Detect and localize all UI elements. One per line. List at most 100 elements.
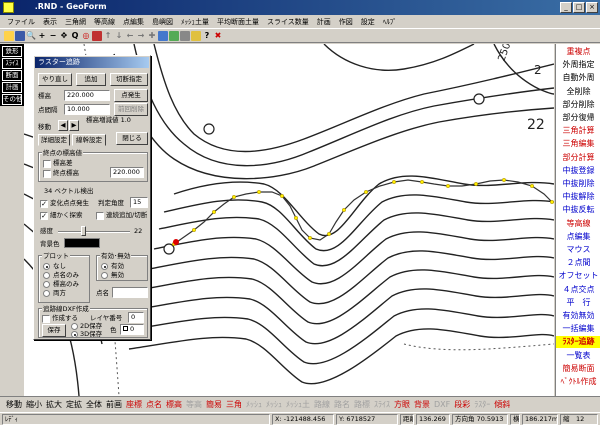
plus-icon[interactable]: + — [37, 31, 47, 41]
right-panel-btn[interactable]: マウス — [556, 244, 600, 256]
menu-help[interactable]: ﾍﾙﾌﾟ — [379, 17, 401, 27]
menu-file[interactable]: ファイル — [3, 17, 39, 27]
menu-plan[interactable]: 計画 — [313, 17, 335, 27]
bottom-toolbar-btn[interactable]: 路線 — [312, 399, 332, 410]
arrow-down-icon[interactable]: ↓ — [114, 31, 124, 41]
tab-detail-settings[interactable]: 詳細設定 — [38, 134, 70, 146]
bottom-toolbar-btn[interactable]: 移動 — [4, 399, 24, 410]
maximize-button[interactable]: □ — [573, 2, 585, 13]
print-icon[interactable] — [180, 30, 190, 41]
trace-point[interactable] — [231, 194, 236, 199]
bottom-toolbar-btn[interactable]: 方眼 — [392, 399, 412, 410]
sensitivity-slider-track[interactable] — [58, 231, 130, 233]
bottom-toolbar-btn[interactable]: 路名 — [332, 399, 352, 410]
open-folder-icon[interactable] — [4, 30, 14, 41]
bottom-toolbar-btn[interactable]: 縮小 — [24, 399, 44, 410]
bottom-toolbar-btn[interactable]: 路標 — [352, 399, 372, 410]
bottom-toolbar-btn[interactable]: 等高 — [184, 399, 204, 410]
arrow-up-icon[interactable]: ↑ — [103, 31, 113, 41]
menu-view[interactable]: 表示 — [39, 17, 61, 27]
trace-point[interactable] — [211, 209, 216, 214]
trace-point[interactable] — [364, 189, 369, 194]
right-panel-btn[interactable]: 部分復帰 — [556, 112, 600, 124]
minimize-button[interactable]: _ — [560, 2, 572, 13]
benchmark-marker-1[interactable] — [203, 123, 215, 135]
right-panel-btn[interactable]: 外周指定 — [556, 59, 600, 71]
point-generate-button[interactable]: 点発生 — [114, 89, 148, 102]
benchmark-marker-3[interactable] — [163, 243, 175, 255]
title-bar[interactable]: .RND - GeoForm _ □ × — [0, 0, 600, 15]
right-panel-btn[interactable]: 部分削除 — [556, 99, 600, 111]
close-button[interactable]: × — [586, 2, 598, 13]
right-panel-btn[interactable]: 簡易断面 — [556, 363, 600, 375]
elevation-input[interactable]: 220.000 — [64, 90, 110, 101]
trace-point[interactable] — [256, 189, 261, 194]
map-icon[interactable] — [169, 30, 179, 41]
bottom-toolbar-btn[interactable]: 標高 — [164, 399, 184, 410]
valid-off-radio[interactable] — [101, 272, 108, 279]
bottom-toolbar-btn[interactable]: ﾒｯｼｭ — [264, 399, 284, 410]
bottom-toolbar-btn[interactable]: 全体 — [84, 399, 104, 410]
trace-point[interactable] — [550, 200, 554, 204]
right-panel-btn[interactable]: 一覧表 — [556, 350, 600, 362]
elevation-diff-checkbox[interactable] — [43, 160, 51, 168]
point-name-input[interactable] — [112, 287, 148, 298]
end-elevation-input[interactable]: 220.000 — [110, 167, 144, 178]
save-icon[interactable] — [15, 30, 25, 41]
dialog-close-button[interactable]: 閉じる — [116, 132, 148, 145]
redo-button[interactable]: やり直し — [38, 73, 72, 86]
dialog-title[interactable]: ラスター追跡 — [35, 57, 149, 68]
trace-point[interactable] — [342, 207, 347, 212]
move-left-button[interactable]: ◀ — [58, 120, 68, 131]
sensitivity-slider-thumb[interactable] — [81, 226, 87, 236]
right-panel-btn[interactable]: 中抜登録 — [556, 165, 600, 177]
trace-point[interactable] — [446, 183, 451, 188]
right-panel-btn[interactable]: ﾗｽﾀｰ追跡 — [556, 336, 600, 349]
settings-icon[interactable] — [191, 30, 201, 41]
menu-point-edit[interactable]: 点編集 — [119, 17, 148, 27]
bottom-toolbar-btn[interactable]: 点名 — [144, 399, 164, 410]
menu-settings[interactable]: 設定 — [357, 17, 379, 27]
move-right-button[interactable]: ▶ — [69, 120, 79, 131]
right-panel-btn[interactable]: 中抜削除 — [556, 178, 600, 190]
bottom-toolbar-btn[interactable]: ﾒｯｼｭ土 — [284, 399, 312, 410]
bg-color-swatch[interactable] — [64, 238, 100, 248]
plot-none-radio[interactable] — [43, 263, 50, 270]
right-panel-btn[interactable]: 三角計算 — [556, 125, 600, 137]
left-btn-shape[interactable]: 鉄形 — [2, 46, 22, 57]
bottom-toolbar-btn[interactable]: 定拡 — [64, 399, 84, 410]
right-panel-btn[interactable]: 全削除 — [556, 86, 600, 98]
dxf-save-button[interactable]: 保存 — [42, 324, 66, 337]
dxf-create-checkbox[interactable] — [42, 315, 50, 323]
bottom-toolbar-btn[interactable]: ｽﾗｲｽ — [372, 399, 392, 410]
trace-point[interactable] — [530, 183, 535, 188]
left-btn-plan[interactable]: 計画 — [2, 82, 22, 93]
point-interval-input[interactable]: 10.000 — [64, 104, 110, 115]
trace-point[interactable] — [327, 231, 332, 236]
bottom-toolbar-btn[interactable]: 背景 — [412, 399, 432, 410]
app-icon[interactable] — [3, 2, 14, 13]
right-panel-btn[interactable]: ﾍﾞｸﾄﾙ作成 — [556, 376, 600, 388]
trace-point[interactable] — [308, 235, 313, 240]
right-panel-btn[interactable]: 平 行 — [556, 297, 600, 309]
menu-triangulation[interactable]: 三角網 — [61, 17, 90, 27]
minus-icon[interactable]: − — [48, 31, 58, 41]
trace-point[interactable] — [280, 193, 285, 198]
vary-point-checkbox[interactable]: ✓ — [40, 200, 48, 208]
bottom-toolbar-btn[interactable]: 簡易 — [204, 399, 224, 410]
cut-specify-button[interactable]: 切断指定 — [110, 73, 148, 86]
layer-input[interactable]: 0 — [128, 312, 144, 323]
right-panel-btn[interactable]: 有効無効 — [556, 310, 600, 322]
move-icon[interactable]: ✥ — [59, 31, 69, 41]
menu-average-section[interactable]: 平均断面土量 — [213, 17, 263, 27]
redraw-icon[interactable]: ◎ — [81, 31, 91, 41]
bottom-toolbar-btn[interactable]: 段彩 — [452, 399, 472, 410]
previous-delete-button[interactable]: 前回削除 — [114, 103, 148, 116]
grid-icon[interactable] — [158, 30, 168, 41]
bottom-toolbar-btn[interactable]: ﾗｽﾀｰ — [472, 399, 492, 410]
trace-point[interactable] — [191, 227, 196, 232]
color-select[interactable]: 0 — [120, 324, 144, 335]
bottom-toolbar-btn[interactable]: 三角 — [224, 399, 244, 410]
search-icon[interactable]: Q — [70, 31, 80, 41]
arrow-right-icon[interactable]: → — [136, 31, 146, 41]
